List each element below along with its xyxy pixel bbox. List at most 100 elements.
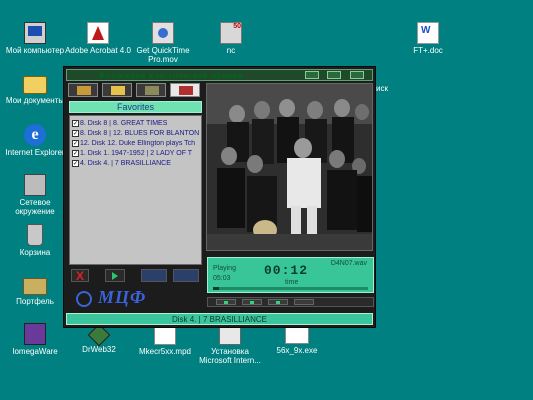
logo-ring-icon xyxy=(76,290,92,307)
maximize-button[interactable] xyxy=(327,71,341,79)
book-icon xyxy=(77,86,91,95)
desktop-icon-label: Установка xyxy=(211,347,249,356)
prev-button[interactable] xyxy=(216,299,236,305)
delete-button[interactable]: X xyxy=(71,269,89,282)
album-photo xyxy=(206,83,373,251)
desktop-icon-ie-setup[interactable]: Установка Microsoft Intern... xyxy=(195,323,265,365)
iomega-icon xyxy=(24,323,46,345)
desktop-icon-label: Мой компьютер xyxy=(5,46,65,55)
desktop-icon-internet-explorer[interactable]: e Internet Explorer xyxy=(0,124,70,157)
favorites-header: Favorites xyxy=(69,101,202,113)
playlist-item-text: 12. Disk 12. Duke Ellington plays Tch xyxy=(80,139,196,147)
recycle-bin-icon xyxy=(27,224,43,246)
playlist-item-text: 1. Disk 1. 1947-1952 | 2 LADY OF T xyxy=(80,149,193,157)
playlist-item-text: 4. Disk 4. | 7 BRASILLIANCE xyxy=(80,159,171,167)
briefcase-icon xyxy=(23,278,47,295)
playlist-controls: X xyxy=(69,268,202,284)
minimize-button[interactable] xyxy=(305,71,319,79)
desktop-icon-iomegaware[interactable]: IomegaWare xyxy=(0,323,70,356)
desktop-icon-label: FT+.doc xyxy=(413,46,443,55)
logo-text: МЦФ xyxy=(98,287,147,307)
view-tabs xyxy=(68,83,204,99)
desktop-icon-label: Корзина xyxy=(19,248,51,257)
stop-button[interactable] xyxy=(268,299,288,305)
desktop-icon-label: 56x_9x.exe xyxy=(276,346,318,355)
play-button[interactable] xyxy=(242,299,262,305)
playlist-item-checkbox[interactable]: ✓ xyxy=(72,139,79,147)
desktop-icon-label-line2: Pro.mov xyxy=(148,55,178,64)
time-label: time xyxy=(285,279,299,286)
playlist-item-text: 8. Disk 8 | 8. GREAT TIMES xyxy=(80,119,168,127)
player-title-bar[interactable]: Коллекция классической музыки xyxy=(66,69,373,81)
elapsed-time: 00:12 xyxy=(264,263,309,278)
desktop-icon-nc[interactable]: nc xyxy=(196,22,266,55)
player-title: Коллекция классической музыки xyxy=(99,70,244,80)
desktop-icon-acrobat[interactable]: Adobe Acrobat 4.0 xyxy=(63,22,133,55)
close-button[interactable] xyxy=(350,71,364,79)
desktop-icon-quicktime[interactable]: Get QuickTime Pro.mov xyxy=(128,22,198,64)
playlist-item[interactable]: ✓ 4. Disk 4. | 7 BRASILLIANCE xyxy=(70,158,201,168)
folder-icon xyxy=(23,76,47,94)
desktop-icon-label: Мои документы xyxy=(5,96,65,105)
playback-status: Playing xyxy=(213,265,236,272)
tab-library[interactable] xyxy=(68,83,98,97)
next-button[interactable] xyxy=(294,299,314,305)
desktop-icon-label-line2: окружение xyxy=(15,207,55,216)
word-doc-icon xyxy=(417,22,439,44)
playlist-item[interactable]: ✓ 8. Disk 8 | 12. BLUES FOR BLANTON xyxy=(70,128,201,138)
folder-icon xyxy=(111,86,125,95)
desktop-icon-label: nc xyxy=(226,46,236,55)
playlist-item[interactable]: ✓ 12. Disk 12. Duke Ellington plays Tch xyxy=(70,138,201,148)
playlist-item-text: 8. Disk 8 | 12. BLUES FOR BLANTON xyxy=(80,129,200,137)
desktop-icon-network[interactable]: Сетевое окружение xyxy=(0,174,70,216)
tab-folders[interactable] xyxy=(102,83,132,97)
tab-tools[interactable] xyxy=(136,83,166,97)
tab-favorites[interactable] xyxy=(170,83,200,97)
desktop-icon-briefcase[interactable]: Портфель xyxy=(0,272,70,306)
track-duration: 05:03 xyxy=(213,275,231,282)
playback-progress-fill xyxy=(213,287,220,290)
playlist-item-checkbox[interactable]: ✓ xyxy=(72,159,79,167)
stop-icon xyxy=(276,301,280,304)
quicktime-icon xyxy=(152,22,174,44)
exe-file-icon xyxy=(285,326,309,344)
desktop-icon-label-line2: Microsoft Intern... xyxy=(199,356,261,365)
ie-icon: e xyxy=(24,124,46,146)
desktop-icon-label: IomegaWare xyxy=(12,347,58,356)
tools-icon xyxy=(145,86,159,95)
playback-progress-bar[interactable] xyxy=(213,287,368,290)
desktop-icon-ft-doc[interactable]: FT+.doc xyxy=(393,22,463,55)
current-file-name: D4N07.wav xyxy=(330,260,367,267)
desktop-icon-my-documents[interactable]: Мои документы xyxy=(0,72,70,105)
now-playing-status-bar: Disk 4. | 7 BRASILLIANCE xyxy=(66,313,373,325)
play-selected-button[interactable] xyxy=(105,269,125,282)
network-icon xyxy=(24,174,46,196)
computer-icon xyxy=(24,22,46,44)
desktop-icon-label: Get QuickTime xyxy=(136,46,190,55)
desktop-icon-label: DrWeb32 xyxy=(82,345,116,354)
nc-icon xyxy=(220,22,242,44)
transport-controls xyxy=(207,297,374,307)
desktop-icon-label: Internet Explorer xyxy=(5,148,65,157)
prev-icon xyxy=(224,301,228,304)
acrobat-icon xyxy=(87,22,109,44)
favorites-playlist[interactable]: ✓ 8. Disk 8 | 8. GREAT TIMES ✓ 8. Disk 8… xyxy=(69,115,202,265)
playlist-item-checkbox[interactable]: ✓ xyxy=(72,129,79,137)
playlist-item[interactable]: ✓ 1. Disk 1. 1947-1952 | 2 LADY OF T xyxy=(70,148,201,158)
band-photo-image xyxy=(207,84,372,250)
playlist-item-checkbox[interactable]: ✓ xyxy=(72,119,79,127)
export-button[interactable] xyxy=(173,269,199,282)
desktop-icon-recycle-bin[interactable]: Корзина xyxy=(0,224,70,257)
playlist-item-checkbox[interactable]: ✓ xyxy=(72,149,79,157)
import-button[interactable] xyxy=(141,269,167,282)
list-icon xyxy=(179,86,193,95)
playback-display: D4N07.wav Playing 05:03 00:12 time xyxy=(207,257,374,293)
play-icon xyxy=(250,301,254,304)
desktop-icon-label: Adobe Acrobat 4.0 xyxy=(65,46,131,55)
desktop-icon-label: Сетевое xyxy=(19,198,51,207)
desktop-icon-my-computer[interactable]: Мой компьютер xyxy=(0,22,70,55)
desktop-icon-label: Портфель xyxy=(16,297,54,306)
play-icon xyxy=(112,272,118,280)
desktop-icon-label: Mkecr5xx.mpd xyxy=(138,347,191,356)
playlist-item[interactable]: ✓ 8. Disk 8 | 8. GREAT TIMES xyxy=(70,118,201,128)
